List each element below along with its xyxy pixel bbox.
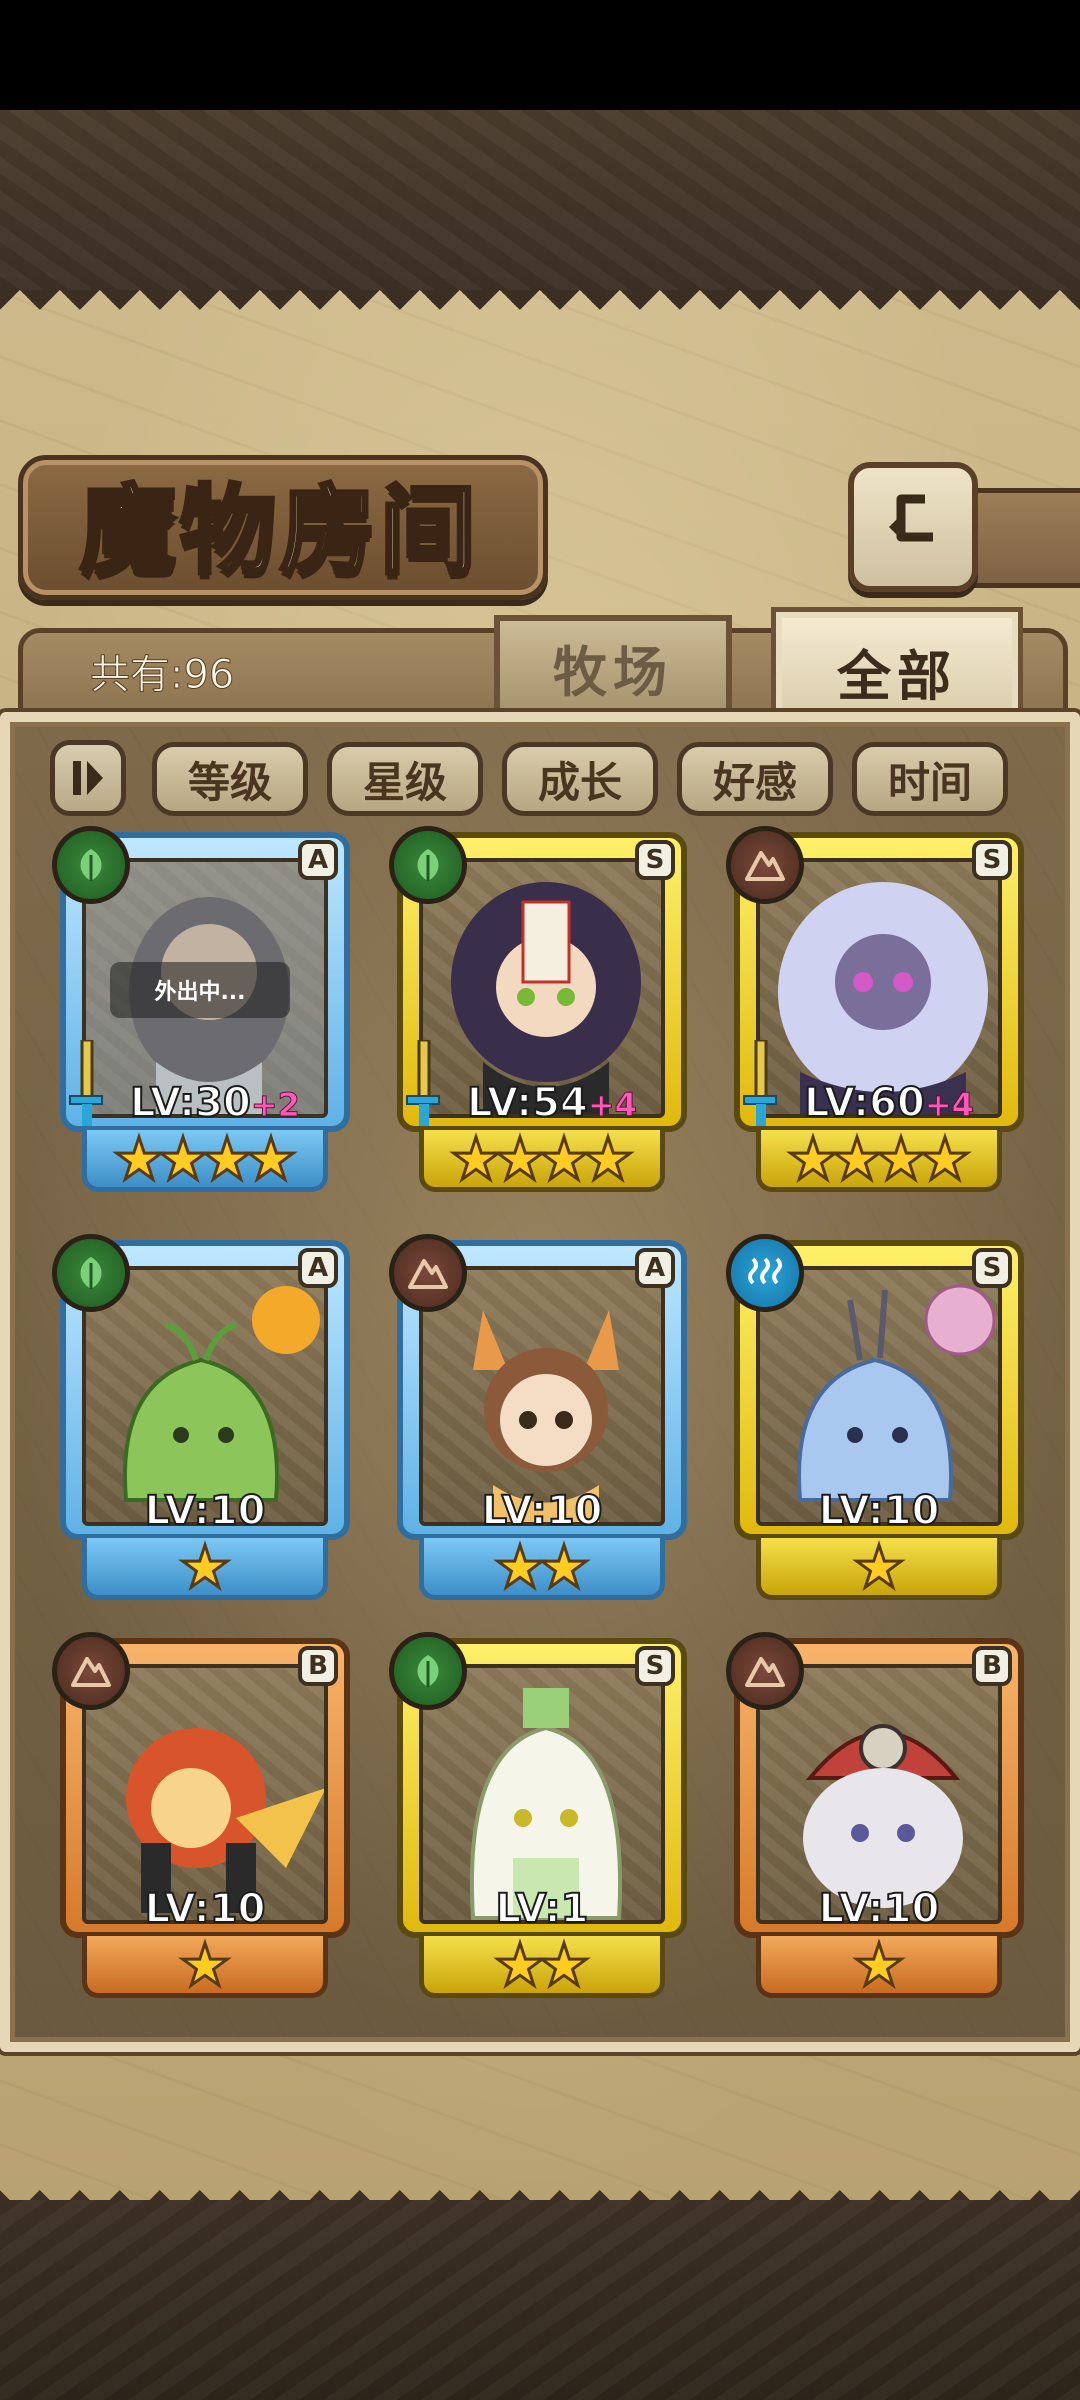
star-rating: ★ ★ (419, 1532, 665, 1601)
level-text: LV:10 (818, 1487, 941, 1535)
star-icon: ★ (581, 1124, 636, 1193)
mountain-icon (52, 1632, 130, 1710)
level-text: LV:54+4 (466, 1079, 637, 1127)
away-status: 外出中... (110, 962, 290, 1018)
monster-portrait (756, 858, 1002, 1118)
level-text: LV:30+2 (129, 1079, 300, 1127)
grade-badge: B (298, 1646, 338, 1686)
sword-icon (406, 1040, 440, 1126)
grade-badge: A (298, 840, 338, 880)
back-button[interactable] (848, 462, 978, 592)
monster-portrait (82, 1266, 328, 1526)
leaf-icon (389, 826, 467, 904)
grade-badge: S (972, 840, 1012, 880)
star-rating: ★ (82, 1532, 328, 1601)
grade-badge: S (972, 1248, 1012, 1288)
filter-level[interactable]: 等级 (152, 742, 308, 816)
back-rail (962, 488, 1080, 588)
zigzag-edge-top (0, 290, 1080, 330)
sort-toggle-button[interactable] (50, 740, 126, 816)
monster-portrait: 外出中... (82, 858, 328, 1118)
leaf-icon (52, 1234, 130, 1312)
monster-portrait (419, 1664, 665, 1924)
star-rating: ★ (82, 1930, 328, 1999)
filter-affection[interactable]: 好感 (677, 742, 833, 816)
mountain-icon (726, 1632, 804, 1710)
grade-badge: B (972, 1646, 1012, 1686)
monster-portrait (756, 1266, 1002, 1526)
level-text: LV:1 (495, 1885, 590, 1933)
mountain-icon (389, 1234, 467, 1312)
status-bar (0, 0, 1080, 110)
star-icon: ★ (918, 1124, 973, 1193)
level-text: LV:10 (144, 1885, 267, 1933)
tab-ranch[interactable]: 牧场 (494, 615, 732, 713)
level-text: LV:10 (818, 1885, 941, 1933)
monster-count: 共有:96 (89, 652, 235, 699)
star-rating: ★ ★ ★ ★ (82, 1124, 328, 1193)
monster-portrait (82, 1664, 328, 1924)
star-icon: ★ (537, 1930, 592, 1999)
filter-stars[interactable]: 星级 (327, 742, 483, 816)
level-text: LV:60+4 (803, 1079, 974, 1127)
star-rating: ★ (756, 1532, 1002, 1601)
grade-badge: S (635, 840, 675, 880)
star-icon: ★ (178, 1532, 233, 1601)
leaf-icon (52, 826, 130, 904)
monster-portrait (419, 858, 665, 1118)
level-text: LV:10 (481, 1487, 604, 1535)
sort-toggle-icon (73, 761, 103, 795)
star-icon: ★ (852, 1532, 907, 1601)
grade-badge: A (635, 1248, 675, 1288)
star-rating: ★ ★ (419, 1930, 665, 1999)
star-rating: ★ (756, 1930, 1002, 1999)
background-bottom (0, 2200, 1080, 2400)
filter-growth[interactable]: 成长 (502, 742, 658, 816)
star-rating: ★ ★ ★ ★ (419, 1124, 665, 1193)
page-title: 魔物房间 (78, 473, 480, 589)
leaf-icon (389, 1632, 467, 1710)
monster-portrait (419, 1266, 665, 1526)
star-icon: ★ (178, 1930, 233, 1999)
sword-icon (743, 1040, 777, 1126)
grade-badge: S (635, 1646, 675, 1686)
mountain-icon (726, 826, 804, 904)
level-text: LV:10 (144, 1487, 267, 1535)
grade-badge: A (298, 1248, 338, 1288)
star-icon: ★ (537, 1532, 592, 1601)
sword-icon (69, 1040, 103, 1126)
filter-time[interactable]: 时间 (852, 742, 1008, 816)
star-icon: ★ (244, 1124, 299, 1193)
star-icon: ★ (852, 1930, 907, 1999)
monster-portrait (756, 1664, 1002, 1924)
star-rating: ★ ★ ★ ★ (756, 1124, 1002, 1193)
return-arrow-icon (889, 494, 933, 542)
wave-icon (726, 1234, 804, 1312)
background-top (0, 110, 1080, 310)
tab-all[interactable]: 全部 (776, 612, 1018, 724)
